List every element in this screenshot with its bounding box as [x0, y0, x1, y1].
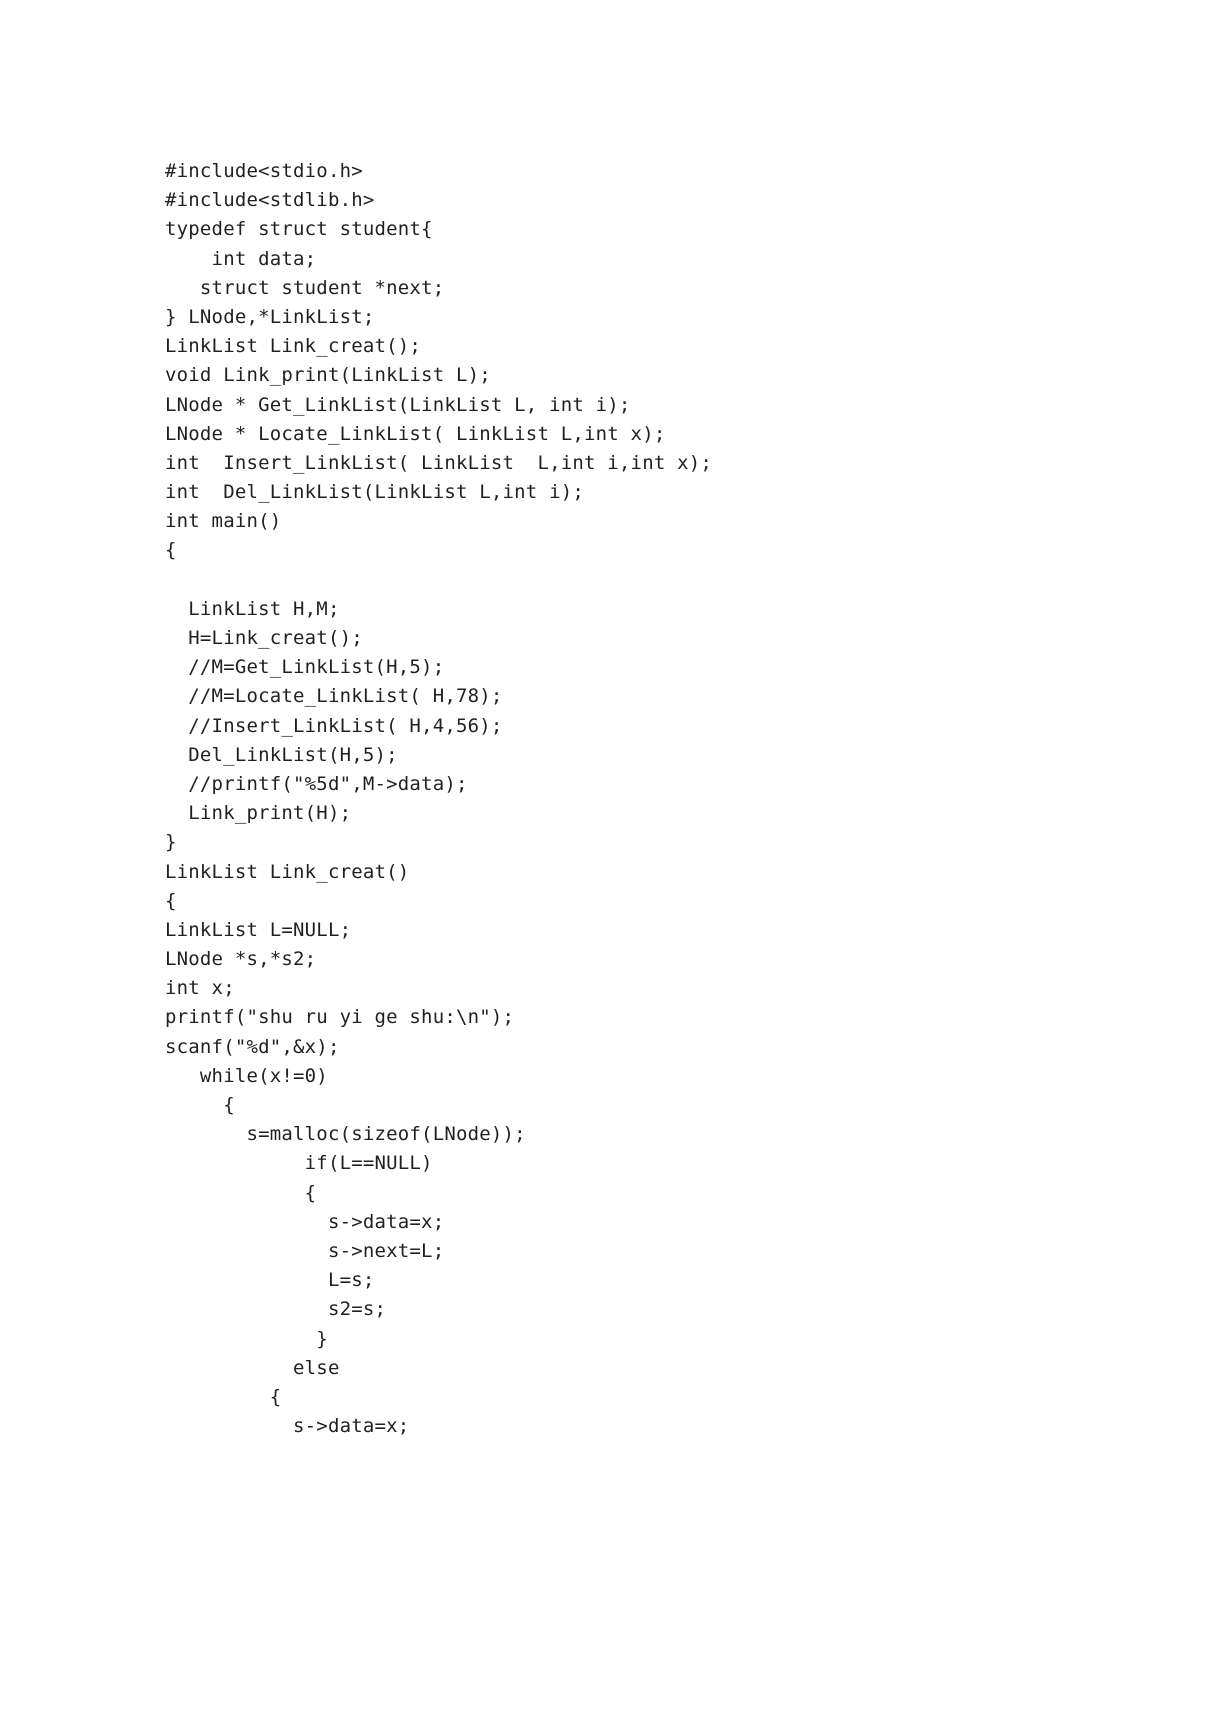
code-line: {	[165, 1094, 235, 1116]
document-page: #include<stdio.h> #include<stdlib.h> typed…	[0, 0, 1214, 1719]
code-line: {	[165, 539, 177, 562]
code-line: #include<stdlib.h>	[165, 189, 375, 212]
code-line: L=s;	[165, 1269, 375, 1292]
code-line: H=Link_creat();	[165, 627, 363, 649]
code-line: struct student *next;	[165, 276, 445, 299]
code-line: void Link_print(LinkList L);	[165, 364, 491, 387]
code-line: if(L==NULL)	[165, 1152, 433, 1175]
code-line: while(x!=0)	[165, 1064, 328, 1087]
code-line: s2=s;	[165, 1298, 387, 1321]
code-line: {	[165, 1385, 282, 1408]
code-line: int main()	[165, 510, 282, 533]
code-line: //printf("%5d",M->data);	[165, 772, 468, 795]
code-line: int Insert_LinkList( LinkList L,int i,in…	[165, 451, 713, 474]
code-line: s->data=x;	[165, 1210, 445, 1233]
c-code-listing: #include<stdio.h> #include<stdlib.h> typed…	[165, 157, 1165, 1441]
code-line: #include<stdio.h>	[165, 160, 363, 182]
code-line: LNode *s,*s2;	[165, 948, 317, 971]
code-line: int Del_LinkList(LinkList L,int i);	[165, 481, 585, 504]
code-line: //M=Locate_LinkList( H,78);	[165, 685, 503, 708]
code-line: LinkList H,M;	[165, 597, 340, 620]
code-line: }	[165, 831, 177, 854]
code-line: else	[165, 1356, 340, 1379]
code-line: {	[165, 1181, 317, 1204]
code-line: int x;	[165, 977, 235, 1000]
code-line: int data;	[165, 247, 317, 270]
code-line: scanf("%d",&x);	[165, 1035, 340, 1058]
code-line: Link_print(H);	[165, 802, 352, 825]
code-line: s->data=x;	[165, 1415, 410, 1438]
code-line: s->next=L;	[165, 1239, 445, 1262]
code-line: s=malloc(sizeof(LNode));	[165, 1123, 526, 1146]
code-line: printf("shu ru yi ge shu:\n");	[165, 1006, 515, 1029]
code-line: //Insert_LinkList( H,4,56);	[165, 714, 503, 737]
code-line: LinkList Link_creat();	[165, 335, 422, 358]
code-line: LNode * Locate_LinkList( LinkList L,int …	[165, 422, 666, 445]
code-line: }	[165, 1327, 328, 1350]
code-line: Del_LinkList(H,5);	[165, 743, 398, 766]
code-line: LinkList Link_creat()	[165, 860, 410, 883]
code-line: {	[165, 889, 177, 912]
code-line: } LNode,*LinkList;	[165, 305, 375, 328]
code-line: LNode * Get_LinkList(LinkList L, int i);	[165, 393, 631, 416]
code-line: //M=Get_LinkList(H,5);	[165, 656, 445, 679]
code-line: typedef struct student{	[165, 218, 433, 241]
code-line: LinkList L=NULL;	[165, 918, 352, 941]
